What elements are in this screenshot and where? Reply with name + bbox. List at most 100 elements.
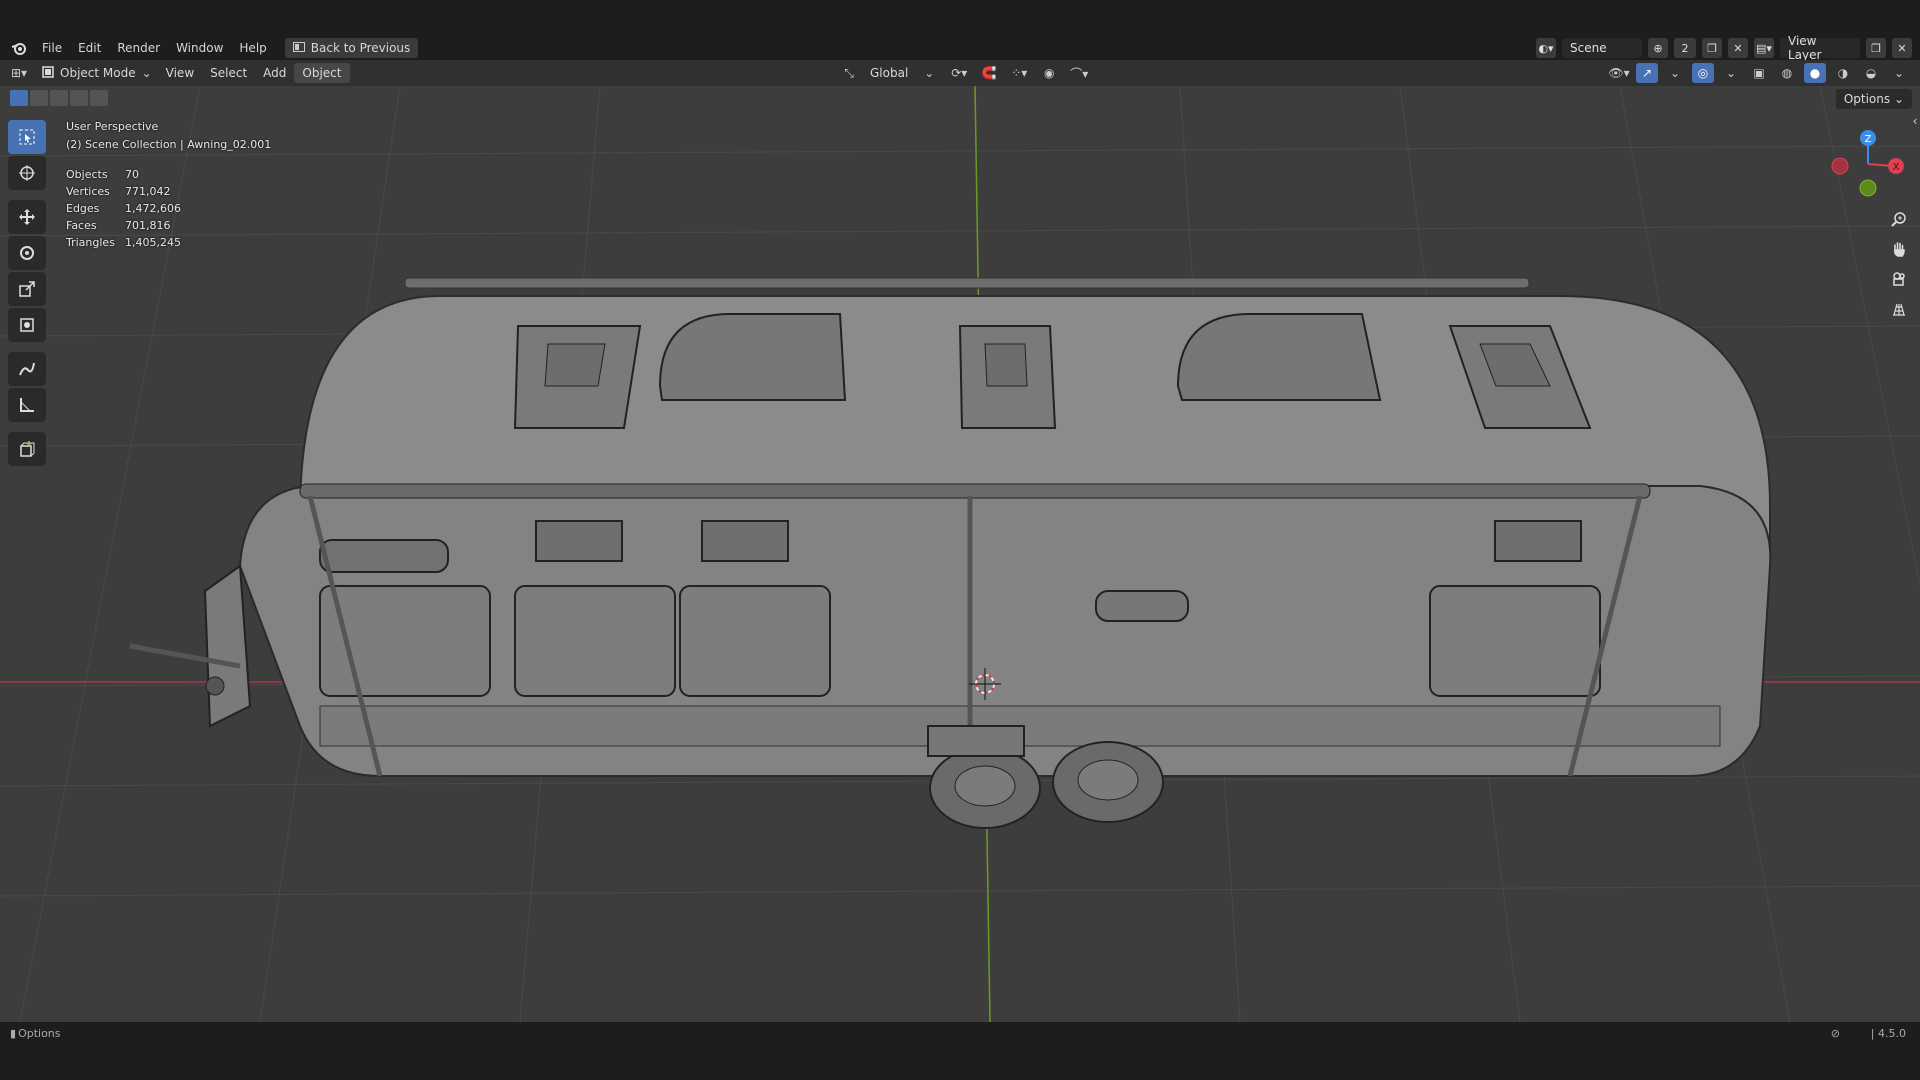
viewport-header: ⊞▾ Object Mode ⌄ View Select Add Object … bbox=[0, 60, 1920, 86]
wireframe-shading-icon[interactable]: ◍ bbox=[1776, 63, 1798, 83]
stat-label: Faces bbox=[66, 219, 97, 232]
stat-row: Triangles 1,405,245 bbox=[66, 234, 271, 251]
menu-file[interactable]: File bbox=[34, 37, 70, 59]
gizmo-toggle-icon[interactable]: ↗ bbox=[1636, 63, 1658, 83]
select-new-icon[interactable] bbox=[10, 90, 28, 106]
scene-browse-icon[interactable]: ◐▾ bbox=[1536, 38, 1556, 58]
menu-help[interactable]: Help bbox=[231, 37, 274, 59]
chevron-down-icon: ⌄ bbox=[141, 66, 152, 80]
back-to-previous-button[interactable]: Back to Previous bbox=[284, 38, 419, 58]
perspective-label: User Perspective bbox=[66, 120, 159, 133]
material-shading-icon[interactable]: ◑ bbox=[1832, 63, 1854, 83]
selection-mode-group bbox=[10, 90, 108, 106]
xray-toggle-icon[interactable]: ▣ bbox=[1748, 63, 1770, 83]
editor-type-icon[interactable]: ⊞▾ bbox=[8, 63, 30, 83]
options-dropdown[interactable]: Options ⌄ bbox=[1835, 89, 1912, 109]
orientation-icon[interactable]: ⤡ bbox=[838, 63, 860, 83]
back-icon bbox=[292, 41, 305, 55]
delete-scene-icon[interactable]: ✕ bbox=[1728, 38, 1748, 58]
new-scene-icon[interactable]: ❐ bbox=[1702, 38, 1722, 58]
menu-view[interactable]: View bbox=[158, 63, 202, 83]
network-off-icon: ⊘ bbox=[1830, 1026, 1840, 1040]
top-menu-bar: File Edit Render Window Help Back to Pre… bbox=[0, 34, 1920, 62]
window-top-bar bbox=[0, 0, 1920, 36]
gizmo-neg-y-axis bbox=[1859, 179, 1877, 197]
gizmo-z-label: Z bbox=[1865, 134, 1872, 145]
stat-row: Edges 1,472,606 bbox=[66, 200, 271, 217]
stat-value: 1,405,245 bbox=[125, 236, 181, 249]
camera-view-icon[interactable] bbox=[1886, 266, 1912, 292]
annotate-tool-icon[interactable] bbox=[8, 352, 46, 386]
viewport-scene bbox=[0, 86, 1920, 1022]
stat-value: 1,472,606 bbox=[125, 202, 181, 215]
ortho-grid-icon[interactable] bbox=[1886, 296, 1912, 322]
new-view-layer-icon[interactable]: ❐ bbox=[1866, 38, 1886, 58]
pivot-point-icon[interactable]: ⟳▾ bbox=[948, 63, 970, 83]
proportional-edit-icon[interactable]: ◉ bbox=[1038, 63, 1060, 83]
sidebar-toggle-icon[interactable]: ‹ bbox=[1910, 108, 1920, 134]
object-mode-dropdown[interactable]: Object Mode ⌄ bbox=[36, 63, 158, 83]
view-layer-browse-icon[interactable]: ▤▾ bbox=[1754, 38, 1774, 58]
chevron-down-icon: ⌄ bbox=[924, 66, 935, 80]
stat-row: Vertices 771,042 bbox=[66, 183, 271, 200]
version-number: 4.5.0 bbox=[1878, 1026, 1906, 1040]
menu-window[interactable]: Window bbox=[168, 37, 231, 59]
options-label: Options bbox=[1843, 92, 1891, 106]
select-box-tool-icon[interactable] bbox=[8, 120, 46, 154]
navigation-gizmo[interactable]: Z X bbox=[1830, 124, 1910, 204]
gizmo-neg-x-axis bbox=[1831, 157, 1849, 175]
cursor-tool-icon[interactable] bbox=[8, 156, 46, 190]
object-mode-label: Object Mode bbox=[60, 66, 136, 80]
zoom-icon[interactable] bbox=[1886, 206, 1912, 232]
menu-add[interactable]: Add bbox=[255, 63, 294, 83]
scale-tool-icon[interactable] bbox=[8, 272, 46, 306]
select-subtract-icon[interactable] bbox=[50, 90, 68, 106]
add-cube-tool-icon[interactable] bbox=[8, 432, 46, 466]
gizmo-dropdown-icon[interactable]: ⌄ bbox=[1664, 63, 1686, 83]
shading-dropdown-icon[interactable]: ⌄ bbox=[1888, 63, 1910, 83]
menu-edit[interactable]: Edit bbox=[70, 37, 109, 59]
stat-value: 771,042 bbox=[125, 185, 171, 198]
rendered-shading-icon[interactable]: ◒ bbox=[1860, 63, 1882, 83]
move-tool-icon[interactable] bbox=[8, 200, 46, 234]
rotate-tool-icon[interactable] bbox=[8, 236, 46, 270]
menu-object[interactable]: Object bbox=[294, 63, 350, 83]
delete-view-layer-icon[interactable]: ✕ bbox=[1892, 38, 1912, 58]
snap-icon[interactable]: 🧲 bbox=[978, 63, 1000, 83]
transform-orientation-dropdown[interactable]: Global bbox=[868, 63, 910, 83]
measure-tool-icon[interactable] bbox=[8, 388, 46, 422]
status-bar: ▮ Options ⊘ | 4.5.0 bbox=[0, 1022, 1920, 1044]
status-options-label: Options bbox=[18, 1026, 61, 1040]
scene-users-count[interactable]: 2 bbox=[1674, 38, 1696, 58]
stat-value: 70 bbox=[125, 168, 139, 181]
pan-hand-icon[interactable] bbox=[1886, 236, 1912, 262]
stat-label: Vertices bbox=[66, 185, 110, 198]
falloff-icon[interactable]: ⌒▾ bbox=[1068, 63, 1090, 83]
scene-name-field[interactable]: Scene bbox=[1562, 38, 1642, 58]
select-invert-icon[interactable] bbox=[70, 90, 88, 106]
transform-tool-icon[interactable] bbox=[8, 308, 46, 342]
trailer-model bbox=[129, 277, 1772, 829]
snap-target-icon[interactable]: ⁘▾ bbox=[1008, 63, 1030, 83]
active-collection-label: (2) Scene Collection | Awning_02.001 bbox=[66, 138, 272, 151]
menu-select[interactable]: Select bbox=[202, 63, 255, 83]
tool-shelf bbox=[8, 120, 46, 468]
blender-logo-icon[interactable] bbox=[4, 36, 34, 60]
select-extend-icon[interactable] bbox=[30, 90, 48, 106]
stat-label: Edges bbox=[66, 202, 100, 215]
menu-render[interactable]: Render bbox=[109, 37, 168, 59]
visibility-icon[interactable]: 👁▾ bbox=[1608, 63, 1630, 83]
version-label: | 4.5.0 bbox=[1870, 1026, 1906, 1040]
back-to-previous-label: Back to Previous bbox=[310, 41, 411, 55]
stat-value: 701,816 bbox=[125, 219, 171, 232]
pin-icon[interactable]: ⊕ bbox=[1648, 38, 1668, 58]
overlays-toggle-icon[interactable]: ◎ bbox=[1692, 63, 1714, 83]
solid-shading-icon[interactable]: ● bbox=[1804, 63, 1826, 83]
3d-viewport[interactable]: Options ⌄ User Perspective (2) Scene Col… bbox=[0, 86, 1920, 1022]
overlays-dropdown-icon[interactable]: ⌄ bbox=[1720, 63, 1742, 83]
view-layer-field[interactable]: View Layer bbox=[1780, 34, 1860, 62]
stat-row: Objects 70 bbox=[66, 166, 271, 183]
viewport-info-overlay: User Perspective (2) Scene Collection | … bbox=[66, 120, 271, 251]
mouse-icon: ▮ bbox=[10, 1026, 17, 1040]
select-intersect-icon[interactable] bbox=[90, 90, 108, 106]
